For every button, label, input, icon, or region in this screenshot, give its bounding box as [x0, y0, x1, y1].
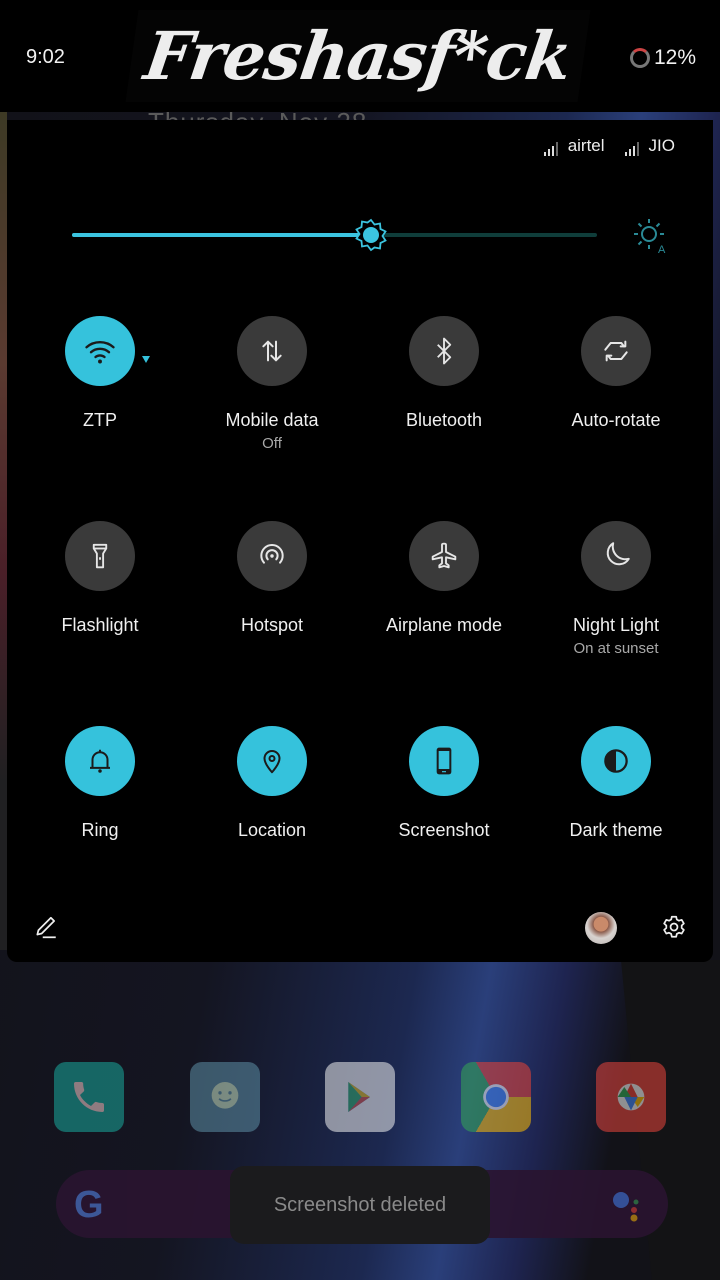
status-bar: 9:02 Freshasf*ck 12% Thursday, Nov 28: [0, 0, 720, 122]
gear-icon[interactable]: [661, 914, 687, 940]
brightness-slider-fill: [72, 233, 372, 237]
tile-flashlight[interactable]: Flashlight: [14, 521, 186, 726]
tile-label: Night Light: [572, 615, 660, 635]
tile-label: Ring: [81, 820, 119, 840]
tile-label: Mobile data: [225, 410, 319, 430]
chrome-app-icon[interactable]: [460, 1062, 531, 1132]
tile-wifi-button[interactable]: [65, 316, 150, 386]
carrier-name: JIO: [648, 136, 675, 155]
tile-label: ZTP: [83, 410, 117, 430]
clock: 9:02: [26, 46, 65, 68]
tile-row: Flashlight Hotspot Airplane mode Night L…: [14, 521, 702, 726]
google-logo: G: [74, 1184, 104, 1226]
tile-mobile-data[interactable]: Mobile data Off: [186, 316, 358, 521]
brightness-control: A: [72, 216, 672, 256]
signal-bars-icon: [543, 142, 558, 156]
phone-icon: [436, 747, 452, 775]
flashlight-icon: [92, 543, 108, 569]
moon-icon: [606, 542, 630, 566]
brightness-slider[interactable]: [72, 233, 597, 237]
tile-dark-theme-button[interactable]: [581, 726, 651, 796]
carrier-name: airtel: [567, 136, 605, 155]
carrier-info: airtel JIO: [543, 136, 675, 156]
svg-text:A: A: [658, 244, 666, 256]
hotspot-icon: [260, 543, 284, 564]
tile-label: Hotspot: [240, 615, 304, 635]
tile-airplane-mode[interactable]: Airplane mode: [358, 521, 530, 726]
tile-label: Screenshot: [398, 820, 490, 840]
wifi-icon: [85, 340, 115, 364]
airplane-icon: [431, 542, 457, 569]
quick-settings-panel: airtel JIO A ZTP Mobile data Off Bluetoo…: [7, 120, 713, 962]
tile-night-light-button[interactable]: [581, 521, 651, 591]
play-store-app-icon[interactable]: [325, 1062, 395, 1132]
mobile-data-icon: [262, 340, 282, 362]
signal-bars-icon: [624, 142, 639, 156]
battery-icon: [629, 48, 650, 68]
app-dock: [54, 1062, 666, 1132]
wifi-dropdown-icon[interactable]: [142, 356, 150, 363]
watermark: Freshasf*ck: [125, 10, 591, 102]
tile-hotspot-button[interactable]: [237, 521, 307, 591]
tile-label: Location: [237, 820, 307, 840]
tile-label: Bluetooth: [405, 410, 483, 430]
tile-hotspot[interactable]: Hotspot: [186, 521, 358, 726]
tile-auto-rotate[interactable]: Auto-rotate: [530, 316, 702, 521]
phone-app-icon[interactable]: [54, 1062, 124, 1132]
tile-screenshot-button[interactable]: [409, 726, 479, 796]
google-assistant-icon[interactable]: [612, 1188, 642, 1222]
tile-auto-rotate-button[interactable]: [581, 316, 651, 386]
wallpaper-edge: [0, 110, 7, 950]
auto-rotate-icon: [604, 340, 628, 362]
quick-settings-footer: [7, 892, 713, 962]
messages-app-icon[interactable]: [189, 1062, 260, 1132]
toast-message: Screenshot deleted: [230, 1166, 490, 1244]
carrier-airtel: airtel: [543, 136, 605, 156]
tile-sublabel: Off: [262, 435, 282, 452]
user-avatar[interactable]: [585, 912, 617, 944]
quick-settings-tiles: ZTP Mobile data Off Bluetooth Auto-rotat…: [14, 316, 702, 931]
contrast-icon: [604, 749, 628, 773]
tile-airplane-mode-button[interactable]: [409, 521, 479, 591]
tile-mobile-data-button[interactable]: [237, 316, 307, 386]
tile-location-button[interactable]: [237, 726, 307, 796]
bell-icon: [90, 749, 110, 773]
tile-night-light[interactable]: Night Light On at sunset: [530, 521, 702, 726]
carrier-jio: JIO: [624, 136, 675, 156]
tile-row: ZTP Mobile data Off Bluetooth Auto-rotat…: [14, 316, 702, 521]
tile-flashlight-button[interactable]: [65, 521, 135, 591]
tile-bluetooth-button[interactable]: [409, 316, 479, 386]
camera-app-icon[interactable]: [596, 1062, 666, 1132]
brightness-slider-thumb[interactable]: [354, 218, 388, 252]
brightness-auto-icon[interactable]: A: [631, 216, 671, 256]
tile-bluetooth[interactable]: Bluetooth: [358, 316, 530, 521]
tile-sublabel: On at sunset: [573, 640, 659, 657]
pencil-icon[interactable]: [33, 914, 59, 940]
tile-label: Auto-rotate: [571, 410, 661, 430]
bluetooth-icon: [437, 337, 452, 365]
battery-percent: 12%: [653, 46, 696, 69]
tile-label: Flashlight: [61, 615, 139, 635]
location-pin-icon: [263, 750, 281, 774]
tile-label: Dark theme: [569, 820, 663, 840]
tile-label: Airplane mode: [385, 615, 503, 635]
tile-ring-button[interactable]: [65, 726, 135, 796]
tile-wifi[interactable]: ZTP: [14, 316, 186, 521]
battery-indicator: 12%: [629, 46, 696, 70]
